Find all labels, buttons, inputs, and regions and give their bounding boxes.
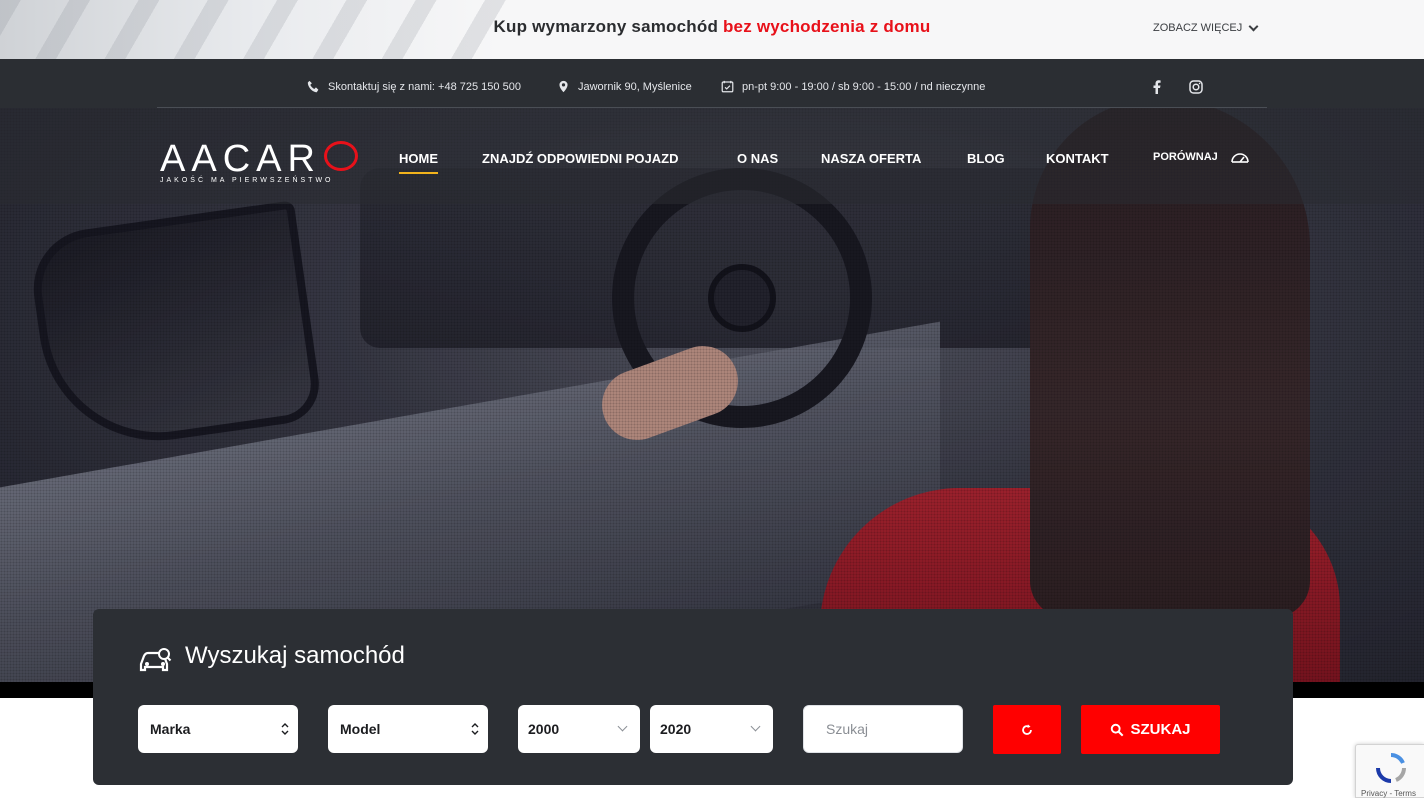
facebook-icon[interactable] bbox=[1149, 79, 1165, 95]
chevron-down-icon bbox=[750, 721, 761, 732]
contact-phone-text: Skontaktuj się z nami: +48 725 150 500 bbox=[328, 80, 521, 93]
select-arrows-icon bbox=[281, 723, 289, 735]
contact-address: Jawornik 90, Myślenice bbox=[557, 80, 692, 93]
promo-text-main: Kup wymarzony samochód bbox=[493, 17, 723, 36]
make-select-value: Marka bbox=[150, 721, 191, 737]
opening-hours: pn-pt 9:00 - 19:00 / sb 9:00 - 15:00 / n… bbox=[721, 80, 985, 93]
reset-icon bbox=[1022, 723, 1032, 735]
search-button-label: SZUKAJ bbox=[1130, 721, 1191, 738]
nav-find-vehicle[interactable]: ZNAJDŹ ODPOWIEDNI POJAZD bbox=[482, 151, 678, 166]
search-input[interactable]: Szukaj bbox=[803, 705, 963, 753]
see-more-label: ZOBACZ WIĘCEJ bbox=[1153, 22, 1243, 34]
search-panel bbox=[93, 609, 1293, 785]
logo-ring-icon bbox=[324, 141, 358, 171]
recaptcha-legal[interactable]: Privacy - Terms bbox=[1361, 789, 1416, 798]
promo-strip: Kup wymarzony samochód bez wychodzenia z… bbox=[0, 0, 1424, 59]
year-from-select[interactable]: 2000 bbox=[518, 705, 640, 753]
year-from-value: 2000 bbox=[528, 721, 560, 737]
site-logo[interactable]: AACAR JAKOŚĆ MA PIERWSZEŃSTWO bbox=[160, 138, 360, 187]
nav-contact[interactable]: KONTAKT bbox=[1046, 151, 1109, 166]
nav-offer[interactable]: NASZA OFERTA bbox=[821, 151, 921, 166]
promo-text-accent: bez wychodzenia z domu bbox=[722, 17, 931, 36]
compare-button[interactable]: PORÓWNAJ bbox=[1153, 149, 1250, 165]
opening-hours-text: pn-pt 9:00 - 19:00 / sb 9:00 - 15:00 / n… bbox=[742, 80, 986, 93]
contact-address-text: Jawornik 90, Myślenice bbox=[578, 80, 692, 93]
car-search-icon bbox=[139, 648, 172, 672]
select-arrows-icon bbox=[471, 723, 479, 735]
nav-blog[interactable]: BLOG bbox=[967, 151, 1005, 166]
nav-home[interactable]: HOME bbox=[399, 151, 438, 174]
model-select[interactable]: Model bbox=[328, 705, 488, 753]
model-select-value: Model bbox=[340, 721, 381, 737]
year-to-value: 2020 bbox=[660, 721, 692, 737]
nav-about[interactable]: O NAS bbox=[737, 151, 778, 166]
compare-label: PORÓWNAJ bbox=[1153, 151, 1218, 163]
search-input-placeholder: Szukaj bbox=[826, 721, 869, 737]
contact-info-bar bbox=[0, 59, 1424, 108]
phone-icon bbox=[307, 80, 319, 93]
search-title: Wyszukaj samochód bbox=[185, 642, 405, 669]
speedometer-icon bbox=[1230, 153, 1249, 163]
instagram-icon[interactable] bbox=[1188, 79, 1204, 95]
search-icon bbox=[1111, 723, 1124, 736]
year-to-select[interactable]: 2020 bbox=[650, 705, 773, 753]
chevron-down-icon bbox=[1248, 21, 1259, 31]
calendar-check-icon bbox=[721, 80, 734, 93]
search-button[interactable]: SZUKAJ bbox=[1081, 705, 1220, 754]
logo-tagline: JAKOŚĆ MA PIERWSZEŃSTWO bbox=[160, 177, 334, 184]
map-pin-icon bbox=[559, 80, 568, 93]
chevron-down-icon bbox=[617, 721, 628, 732]
logo-brand: AACAR bbox=[160, 138, 321, 180]
recaptcha-icon bbox=[1376, 753, 1406, 783]
reset-button[interactable] bbox=[993, 705, 1061, 754]
see-more-link[interactable]: ZOBACZ WIĘCEJ bbox=[1153, 21, 1259, 34]
contact-phone[interactable]: Skontaktuj się z nami: +48 725 150 500 bbox=[307, 80, 521, 93]
make-select[interactable]: Marka bbox=[138, 705, 298, 753]
recaptcha-badge[interactable]: Privacy - Terms bbox=[1355, 744, 1424, 798]
